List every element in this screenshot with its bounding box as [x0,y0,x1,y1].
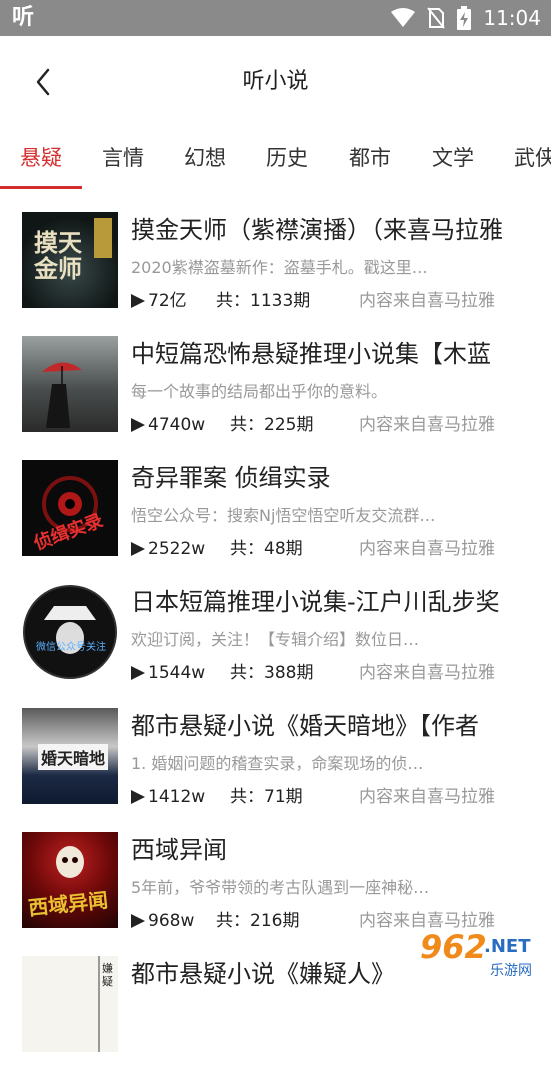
clock: 11:04 [483,6,541,30]
play-icon [131,542,145,556]
item-title: 中短篇恐怖悬疑推理小说集【木蓝 [131,340,491,368]
app-header: 听小说 [0,36,551,126]
play-count: 4740w [148,415,206,435]
cover-image [22,336,118,432]
source-label: 内容来自喜马拉雅 [359,539,495,559]
umbrella-figure-illustration [42,362,82,428]
cover-image: 微信公众号关注 [22,584,118,680]
source-label: 内容来自喜马拉雅 [359,663,495,683]
status-bar: 听 11:04 [0,0,551,36]
episode-count: 共：225期 [230,415,314,435]
detective-illustration [44,606,96,654]
play-count: 72亿 [148,291,187,311]
play-count: 2522w [148,539,206,559]
page-title: 听小说 [242,69,309,94]
item-meta: 1412w 共：71期 内容来自喜马拉雅 [131,784,546,810]
play-count: 1412w [148,787,206,807]
item-meta: 1544w 共：388期 内容来自喜马拉雅 [131,660,546,686]
no-sim-icon [427,7,446,29]
episode-count: 共：71期 [230,787,303,807]
item-meta: 72亿 共：1133期 内容来自喜马拉雅 [131,288,546,314]
tab-wuxia[interactable]: 武侠 [514,138,551,178]
cover-image: 嫌疑 [22,956,118,1052]
item-title: 摸金天师（紫襟演播）（来喜马拉雅 [131,216,503,244]
cover-image: 婚天暗地 [22,708,118,804]
episode-count: 共：216期 [216,911,300,931]
tab-romance[interactable]: 言情 [102,138,144,178]
app-notification-icon: 听 [12,5,35,30]
battery-charging-icon [457,6,472,30]
episode-count: 共：388期 [230,663,314,683]
play-icon [131,914,145,928]
list-item[interactable]: 西域异闻 西域异闻 5年前，爷爷带领的考古队遇到一座神秘… 968w 共：216… [0,820,551,944]
item-description: 悟空公众号：搜索Nj悟空悟空听友交流群… [131,506,436,525]
active-tab-indicator [0,186,82,189]
watermark-suffix: .NET [484,936,531,957]
tab-literature[interactable]: 文学 [432,138,474,178]
cover-text: 微信公众号关注 [36,642,106,653]
item-meta: 4740w 共：225期 内容来自喜马拉雅 [131,412,546,438]
cover-text: 嫌疑 [102,962,113,988]
play-icon [131,790,145,804]
cover-text: 摸天金师 [34,228,82,283]
play-count: 1544w [148,663,206,683]
episode-count: 共：1133期 [216,291,311,311]
list-item[interactable]: 中短篇恐怖悬疑推理小说集【木蓝 每一个故事的结局都出乎你的意料。 4740w 共… [0,324,551,448]
source-label: 内容来自喜马拉雅 [359,787,495,807]
item-description: 5年前，爷爷带领的考古队遇到一座神秘… [131,878,430,897]
category-tabs: 悬疑 言情 幻想 历史 都市 文学 武侠 [0,126,551,190]
tab-fantasy[interactable]: 幻想 [184,138,226,178]
play-icon [131,666,145,680]
play-icon [131,418,145,432]
cover-image: 摸天金师 [22,212,118,308]
cover-image: 侦缉实录 [22,460,118,556]
play-icon [131,294,145,308]
item-description: 2020紫襟盗墓新作：盗墓手札。戳这里… [131,258,428,277]
site-watermark: 962 .NET 乐游网 [418,928,550,981]
item-description: 每一个故事的结局都出乎你的意料。 [131,382,388,401]
item-title: 奇异罪案 侦缉实录 [131,464,331,492]
item-title: 西域异闻 [131,836,227,864]
source-label: 内容来自喜马拉雅 [359,291,495,311]
list-item[interactable]: 侦缉实录 奇异罪案 侦缉实录 悟空公众号：搜索Nj悟空悟空听友交流群… 2522… [0,448,551,572]
watermark-brand: 962 [420,928,487,966]
tab-urban[interactable]: 都市 [349,138,391,178]
item-meta: 2522w 共：48期 内容来自喜马拉雅 [131,536,546,562]
play-count: 968w [148,911,195,931]
item-description: 1. 婚姻问题的稽查实录，命案现场的侦… [131,754,424,773]
wifi-icon [391,8,416,27]
tab-suspense[interactable]: 悬疑 [20,138,62,178]
cover-image: 西域异闻 [22,832,118,928]
item-title: 都市悬疑小说《婚天暗地》【作者 [131,712,479,740]
item-description: 欢迎订阅，关注！【专辑介绍】数位日… [131,630,420,649]
cover-text: 婚天暗地 [38,744,109,770]
watermark-sub: 乐游网 [490,963,532,979]
list-item[interactable]: 摸天金师 摸金天师（紫襟演播）（来喜马拉雅 2020紫襟盗墓新作：盗墓手札。戳这… [0,200,551,324]
episode-count: 共：48期 [230,539,303,559]
source-label: 内容来自喜马拉雅 [359,415,495,435]
item-title: 日本短篇推理小说集-江户川乱步奖 [131,588,500,616]
list-item[interactable]: 婚天暗地 都市悬疑小说《婚天暗地》【作者 1. 婚姻问题的稽查实录，命案现场的侦… [0,696,551,820]
tab-history[interactable]: 历史 [266,138,308,178]
list-item[interactable]: 微信公众号关注 日本短篇推理小说集-江户川乱步奖 欢迎订阅，关注！【专辑介绍】数… [0,572,551,696]
